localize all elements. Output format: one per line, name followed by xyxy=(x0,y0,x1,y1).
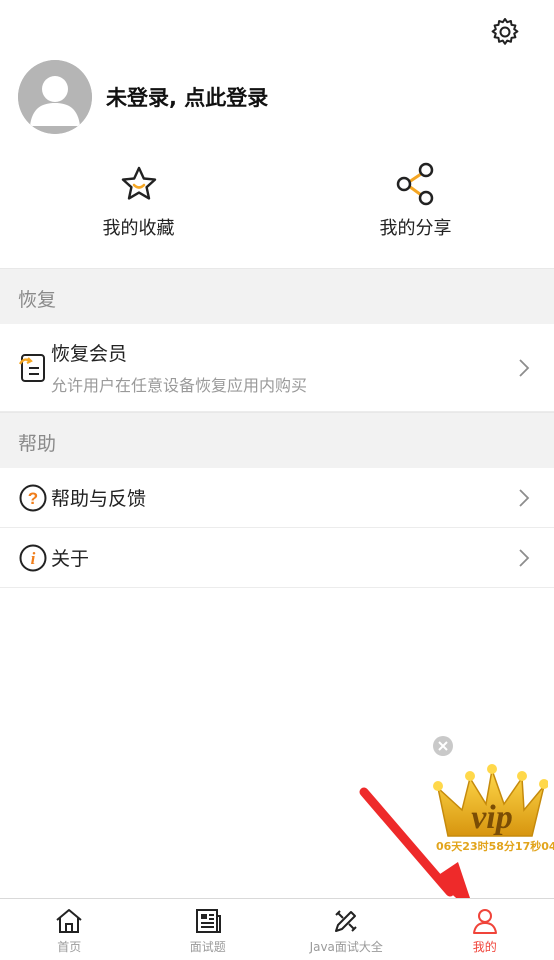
about-item[interactable]: i 关于 xyxy=(0,528,554,588)
shares-button[interactable]: 我的分享 xyxy=(277,160,554,252)
quick-actions: 我的收藏 我的分享 xyxy=(0,160,554,252)
restore-icon-wrap xyxy=(17,352,49,384)
chevron-right-icon xyxy=(519,488,530,507)
profile-page: 未登录, 点此登录 我的收藏 我的分享 恢复 恢复会员 允许用户在任意设备恢复应… xyxy=(0,0,554,960)
svg-text:i: i xyxy=(31,549,36,568)
restore-membership-item[interactable]: 恢复会员 允许用户在任意设备恢复应用内购买 xyxy=(0,324,554,412)
user-avatar-icon xyxy=(18,60,92,134)
login-prompt[interactable]: 未登录, 点此登录 xyxy=(18,60,268,134)
chevron-right-icon xyxy=(519,358,530,377)
chevron-right-icon xyxy=(519,548,530,567)
section-title-restore: 恢复 xyxy=(18,289,57,311)
svg-text:?: ? xyxy=(28,489,38,508)
newspaper-icon xyxy=(195,909,221,933)
tab-home[interactable]: 首页 xyxy=(0,899,139,960)
star-icon xyxy=(121,166,156,200)
tab-home-label: 首页 xyxy=(57,940,82,954)
favorites-button[interactable]: 我的收藏 xyxy=(0,160,277,252)
section-header-help: 帮助 xyxy=(0,412,554,468)
section-title-help: 帮助 xyxy=(18,433,57,455)
share-icon xyxy=(396,162,433,206)
person-icon xyxy=(472,909,497,934)
tools-icon xyxy=(335,910,357,932)
bottom-tab-bar: 首页 面试题 Java面试大全 我的 xyxy=(0,898,554,960)
restore-membership-subtitle: 允许用户在任意设备恢复应用内购买 xyxy=(51,376,308,395)
help-feedback-item[interactable]: ? 帮助与反馈 xyxy=(0,468,554,528)
restore-membership-title: 恢复会员 xyxy=(51,343,128,365)
settings-button[interactable] xyxy=(487,14,523,50)
info-icon: i xyxy=(19,544,47,571)
gear-icon xyxy=(491,18,519,45)
help-feedback-title: 帮助与反馈 xyxy=(51,488,147,510)
vip-close-button[interactable] xyxy=(433,736,453,756)
home-icon xyxy=(56,909,82,933)
restore-icon xyxy=(18,353,45,382)
tab-interview-label: 面试题 xyxy=(189,940,226,954)
favorites-label: 我的收藏 xyxy=(102,218,175,239)
tab-interview[interactable]: 面试题 xyxy=(139,899,278,960)
avatar[interactable] xyxy=(18,60,92,134)
tab-mine[interactable]: 我的 xyxy=(416,899,554,960)
question-icon: ? xyxy=(19,484,47,511)
about-title: 关于 xyxy=(51,548,90,570)
section-header-restore: 恢复 xyxy=(0,268,554,324)
tab-mine-label: 我的 xyxy=(472,940,497,954)
shares-label: 我的分享 xyxy=(379,218,452,239)
login-text[interactable]: 未登录, 点此登录 xyxy=(106,82,268,112)
tab-java[interactable]: Java面试大全 xyxy=(277,899,416,960)
close-icon xyxy=(438,741,448,751)
tab-java-label: Java面试大全 xyxy=(309,940,383,954)
